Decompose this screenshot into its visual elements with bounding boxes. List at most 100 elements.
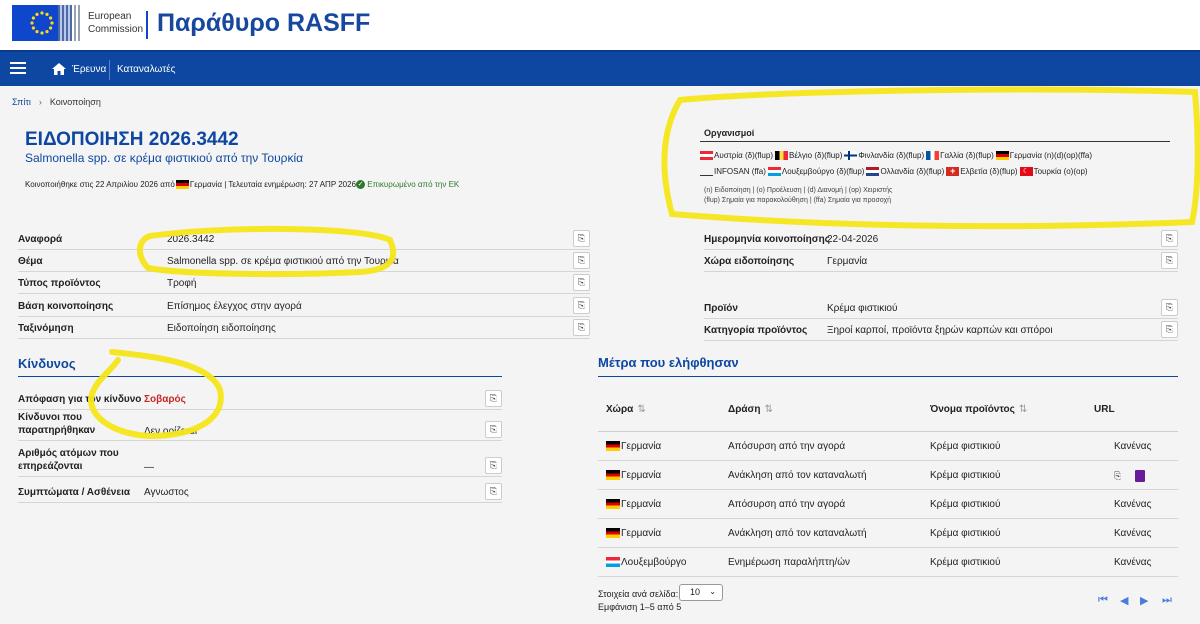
cell-url[interactable]: ⎘ [1114, 470, 1146, 482]
nav-item-consumers[interactable]: Καταναλωτές [117, 64, 175, 75]
home-icon[interactable] [52, 63, 66, 75]
next-page-icon[interactable]: ▶ [1140, 594, 1148, 607]
detail-right-row: Χώρα ειδοποίησης Γερμανία ⎘ [704, 250, 1178, 272]
breadcrumb-home[interactable]: Σπίτι [12, 97, 31, 107]
nav-item-research[interactable]: Έρευνα [72, 64, 106, 75]
hazard-value: Δεν ορίζεται [144, 426, 198, 437]
organization-label: Αυστρία (δ)(flup) [714, 151, 773, 160]
menu-icon[interactable] [10, 62, 26, 76]
detail-left-row: Αναφορά 2026.3442 ⎘ [18, 228, 590, 250]
cell-action: Ανάκληση από τον καταναλωτή [728, 528, 867, 539]
copy-icon[interactable]: ⎘ [1114, 471, 1121, 481]
per-page-label: Στοιχεία ανά σελίδα: [598, 589, 679, 599]
copy-icon[interactable]: ⎘ [485, 390, 502, 407]
cell-url: Κανένας [1114, 499, 1152, 510]
detail-left-value: Τροφή [167, 278, 197, 289]
be-flag-icon [775, 151, 788, 161]
fi-flag-icon [844, 151, 858, 161]
header-separator [146, 11, 148, 39]
copy-icon[interactable]: ⎘ [485, 457, 502, 474]
detail-left-label: Αναφορά [18, 234, 63, 245]
organization-item: Γαλλία (δ)(flup) [926, 148, 994, 164]
copy-icon[interactable]: ⎘ [485, 421, 502, 438]
detail-left-label: Θέμα [18, 256, 43, 267]
copy-icon[interactable]: ⎘ [1161, 321, 1178, 338]
de-flag-icon [606, 499, 620, 510]
copy-icon[interactable]: ⎘ [573, 230, 590, 247]
col-header-country[interactable]: Χώρα ⇅ [606, 404, 646, 415]
detail-left-row: Τύπος προϊόντος Τροφή ⎘ [18, 272, 590, 294]
detail-right-value: 22-04-2026 [827, 234, 879, 245]
cell-action: Απόσυρση από την αγορά [728, 499, 846, 510]
ec-line2: Commission [88, 24, 144, 35]
ch-flag-icon: + [946, 167, 960, 177]
per-page-select[interactable]: 10 ⌄ [679, 584, 723, 601]
fr-flag-icon [926, 151, 940, 161]
hazard-value: — [144, 462, 154, 473]
nav-divider [109, 60, 110, 80]
hazard-label: Κίνδυνοι που παρατηρήθηκαν [18, 412, 96, 436]
last-page-icon[interactable]: ⏭ [1162, 594, 1172, 607]
copy-icon[interactable]: ⎘ [485, 483, 502, 500]
cell-url: Κανένας [1114, 441, 1152, 452]
breadcrumb-current: Κοινοποίηση [49, 97, 101, 107]
copy-icon[interactable]: ⎘ [573, 252, 590, 269]
organization-item: Λουξεμβούργο (δ)(flup) [767, 164, 864, 180]
hazard-row: Συμπτώματα / Ασθένεια Αγνωστος ⎘ [18, 481, 502, 503]
copy-icon[interactable]: ⎘ [1161, 252, 1178, 269]
detail-left-label: Τύπος προϊόντος [18, 278, 101, 289]
germany-flag-icon [175, 180, 189, 190]
at-flag-icon [700, 151, 713, 161]
detail-right-label: Κατηγορία προϊόντος [704, 325, 808, 336]
first-page-icon[interactable]: ⏮ [1098, 594, 1108, 607]
col-header-action[interactable]: Δράση ⇅ [728, 404, 773, 415]
copy-icon[interactable]: ⎘ [573, 297, 590, 314]
hazard-label: Συμπτώματα / Ασθένεια [18, 487, 131, 498]
organization-label: Τουρκία (o)(op) [1033, 167, 1088, 176]
nl-flag-icon [866, 167, 880, 177]
lu-flag-icon [606, 557, 620, 568]
organization-label: Ολλανδία (δ)(flup) [880, 167, 945, 176]
meta-country: Γερμανία [189, 180, 222, 189]
cell-action: Απόσυρση από την αγορά [728, 441, 846, 452]
sort-icon: ⇅ [637, 404, 646, 415]
detail-left-label: Βάση κοινοποίησης [18, 301, 114, 312]
organizations-legend: (n) Ειδοποίηση | (ο) Προέλευση | (d) Δια… [704, 186, 892, 206]
detail-left-value: Επίσημος έλεγχος στην αγορά [167, 301, 302, 312]
detail-right-row: Κατηγορία προϊόντος Ξηροί καρποί, προϊόντ… [704, 319, 1178, 341]
organization-item: Αυστρία (δ)(flup) [700, 148, 773, 164]
cell-url: Κανένας [1114, 557, 1152, 568]
measures-title: Μέτρα που ελήφθησαν [598, 355, 739, 370]
detail-left-row: Ταξινόμηση Ειδοποίηση ειδοποίησης ⎘ [18, 317, 590, 339]
copy-icon[interactable]: ⎘ [1161, 230, 1178, 247]
prev-page-icon[interactable]: ◀ [1120, 594, 1128, 607]
col-header-product[interactable]: Όνομα προϊόντος ⇅ [930, 404, 1027, 415]
hazard-label: Αριθμός ατόμων που επηρεάζονται [18, 448, 119, 472]
organization-item: Ολλανδία (δ)(flup) [866, 164, 944, 180]
cell-country: Γερμανία [606, 441, 661, 452]
detail-right-label: Χώρα ειδοποίησης [704, 256, 795, 267]
copy-icon[interactable]: ⎘ [573, 319, 590, 336]
cell-product: Κρέμα φιστικιού [930, 528, 1001, 539]
detail-right-value: Ξηροί καρποί, προϊόντα ξηρών καρπών και … [827, 325, 1053, 336]
cell-country: Γερμανία [606, 499, 661, 510]
external-document-icon[interactable] [1135, 470, 1146, 482]
organization-item: Γερμανία (n)(d)(op)(ffa) [995, 148, 1093, 164]
hazard-title: Κίνδυνος [18, 356, 76, 371]
organization-item: Φινλανδία (δ)(flup) [844, 148, 924, 164]
copy-icon[interactable]: ⎘ [1161, 299, 1178, 316]
table-row: Γερμανία Ανάκληση από τον καταναλωτή Κρέμα… [598, 519, 1178, 548]
main-navbar: Έρευνα Καταναλωτές [0, 50, 1200, 86]
app-title[interactable]: Παράθυρο RASFF [157, 9, 370, 38]
cell-product: Κρέμα φιστικιού [930, 557, 1001, 568]
notification-meta: Κοινοποιήθηκε στις 22 Απριλίου 2026 από Γ… [25, 180, 459, 190]
measures-divider [598, 376, 1178, 377]
copy-icon[interactable]: ⎘ [573, 274, 590, 291]
detail-left-value: Ειδοποίηση ειδοποίησης [167, 323, 276, 334]
chevron-down-icon: ⌄ [709, 587, 716, 596]
de-flag-icon [606, 528, 620, 539]
de-flag-icon [606, 470, 620, 481]
tr-flag-icon: ☾ [1019, 167, 1033, 177]
organization-label: Γερμανία (n)(d)(op)(ffa) [1009, 151, 1093, 160]
organization-label: Βέλγιο (δ)(flup) [789, 151, 843, 160]
